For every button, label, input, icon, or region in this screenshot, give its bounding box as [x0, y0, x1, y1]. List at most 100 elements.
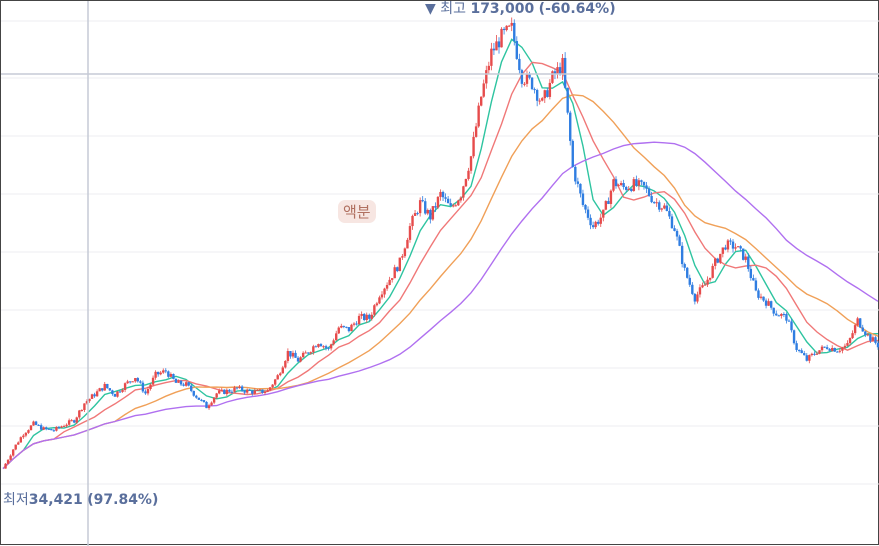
candle-body-25 — [67, 420, 71, 425]
candle-body-180 — [462, 186, 465, 198]
candle-body-191 — [490, 48, 493, 66]
candle-body-185 — [474, 126, 478, 137]
candle-body-261 — [668, 210, 671, 217]
candle-188 — [482, 79, 485, 98]
event-badge-stock-split[interactable]: 액분 — [338, 200, 376, 223]
candle-80 — [207, 403, 211, 410]
candle-51 — [134, 377, 137, 383]
candle-210 — [538, 98, 541, 105]
ma-short-line — [2, 38, 879, 470]
candle-18 — [50, 428, 53, 431]
candle-body-260 — [665, 205, 669, 211]
candle-107 — [276, 373, 279, 380]
candle-body-254 — [650, 195, 653, 203]
candle-body-104 — [268, 387, 272, 391]
candle-34 — [90, 393, 94, 399]
candle-body-312 — [797, 349, 801, 351]
candle-body-256 — [655, 202, 658, 204]
candle-283 — [724, 244, 727, 251]
candle-body-288 — [736, 246, 740, 248]
candle-body-112 — [289, 351, 292, 357]
candle-body-333 — [851, 333, 854, 339]
candle-body-162 — [416, 213, 419, 215]
candle-body-190 — [487, 65, 491, 71]
candle-body-6 — [19, 437, 23, 443]
candle-body-208 — [533, 89, 536, 91]
candle-body-178 — [457, 200, 460, 206]
candle-body-134 — [345, 326, 348, 328]
candle-249 — [637, 177, 641, 191]
candle-158 — [406, 237, 409, 249]
candle-208 — [533, 87, 536, 94]
candle-body-322 — [823, 346, 826, 348]
candle-body-62 — [162, 370, 165, 373]
candle-body-265 — [678, 236, 681, 246]
candle-268 — [686, 266, 689, 279]
price-chart-canvas[interactable] — [1, 1, 879, 546]
candle-301 — [769, 300, 773, 310]
candle-209 — [535, 88, 539, 107]
candle-body-187 — [479, 96, 483, 106]
candle-136 — [350, 323, 353, 332]
candle-128 — [329, 343, 333, 351]
candle-153 — [393, 264, 396, 279]
candle-302 — [772, 307, 775, 317]
candle-body-161 — [413, 213, 417, 216]
candle-264 — [675, 228, 679, 241]
candle-body-227 — [581, 193, 585, 205]
candle-body-168 — [431, 206, 435, 220]
candle-body-31 — [83, 403, 86, 410]
high-value: 173,000 — [470, 1, 535, 17]
candle-body-325 — [831, 347, 834, 351]
candle-body-51 — [134, 378, 137, 382]
candle-287 — [734, 243, 737, 251]
candle-225 — [576, 177, 580, 188]
candle-body-14 — [39, 425, 43, 430]
candle-body-49 — [128, 381, 132, 383]
candle-body-253 — [647, 188, 651, 196]
candle-116 — [299, 356, 302, 363]
candle-body-118 — [304, 352, 307, 354]
candle-body-205 — [525, 73, 529, 84]
candle-body-17 — [47, 428, 50, 430]
candle-232 — [594, 220, 597, 230]
candle-78 — [202, 399, 206, 403]
candle-214 — [548, 79, 552, 100]
candle-168 — [431, 206, 435, 221]
candle-body-88 — [228, 389, 231, 392]
candle-286 — [731, 239, 735, 253]
candle-body-126 — [324, 346, 328, 348]
candle-133 — [342, 325, 346, 329]
stock-chart[interactable]: ▼ 최고 173,000 (-60.64%) 최저34,421 (97.84%)… — [0, 0, 879, 546]
candle-body-58 — [151, 377, 155, 385]
candle-304 — [777, 314, 780, 317]
candle-body-85 — [220, 389, 223, 391]
candle-132 — [340, 323, 343, 329]
candle-body-230 — [589, 217, 592, 226]
candle-75 — [195, 394, 198, 399]
candle-13 — [37, 424, 40, 426]
candle-297 — [759, 293, 763, 300]
candle-324 — [828, 347, 831, 352]
candle-15 — [42, 426, 45, 431]
candle-body-9 — [27, 430, 30, 433]
candle-body-280 — [716, 258, 719, 263]
candle-body-55 — [144, 391, 147, 394]
low-change: (97.84%) — [87, 492, 159, 508]
candle-body-27 — [73, 420, 76, 423]
candle-109 — [281, 365, 284, 374]
candle-body-44 — [116, 391, 119, 397]
candle-body-194 — [497, 41, 501, 48]
candle-166 — [426, 208, 429, 216]
candle-body-0 — [4, 463, 7, 469]
candle-312 — [797, 349, 801, 353]
candle-body-324 — [828, 348, 831, 351]
candle-173 — [444, 193, 447, 203]
candle-151 — [388, 276, 391, 286]
candle-body-53 — [139, 381, 142, 383]
candle-body-75 — [195, 395, 198, 398]
candle-body-148 — [380, 294, 384, 298]
candle-body-18 — [50, 428, 53, 431]
candle-body-176 — [452, 205, 455, 207]
candle-217 — [556, 62, 559, 79]
